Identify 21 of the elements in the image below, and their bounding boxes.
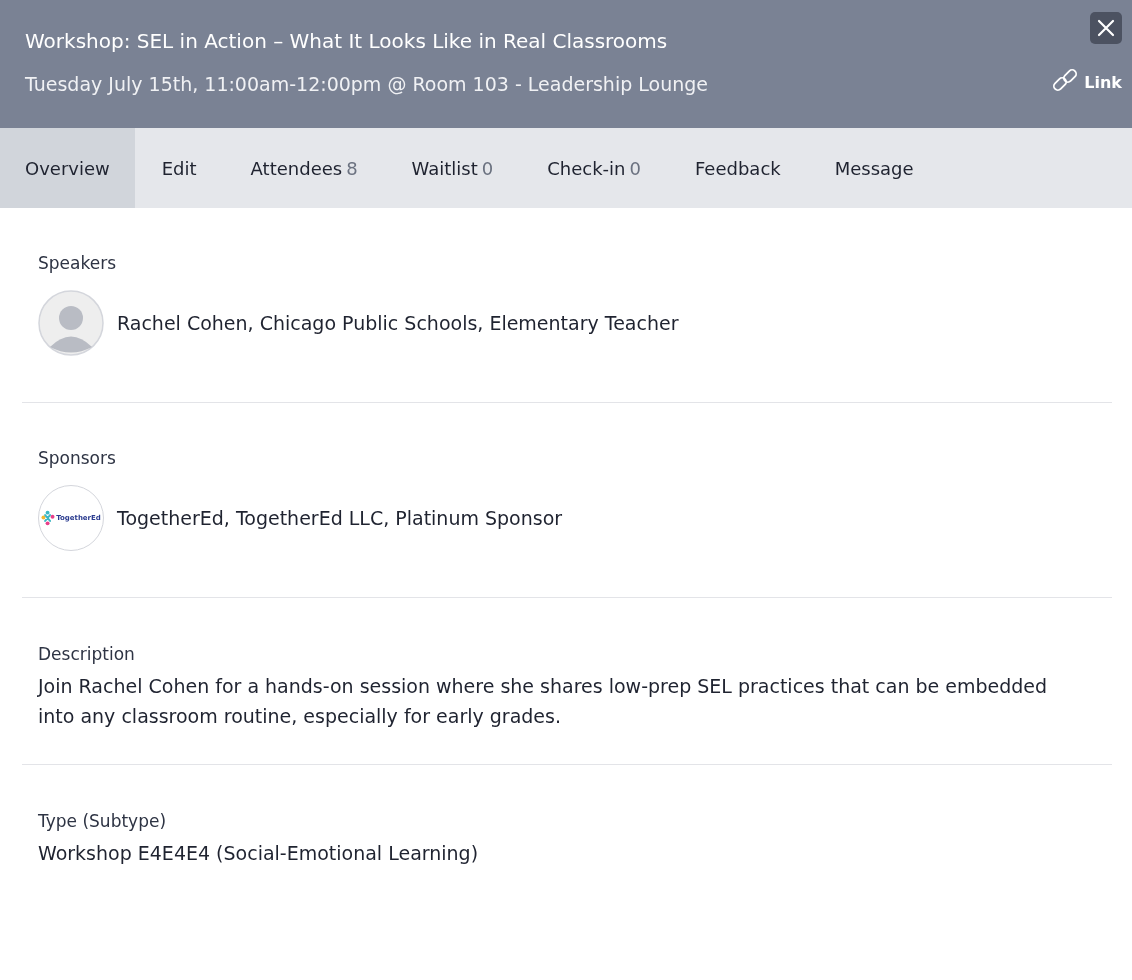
tab[interactable]: Check-in 0 — [520, 128, 668, 208]
section-text: Workshop E4E4E4 (Social-Emotional Learning) — [38, 841, 480, 866]
section-heading: Sponsors — [38, 448, 117, 468]
entry-text: TogetherEd, TogetherEd LLC, Platinum Sponsor — [117, 507, 563, 529]
tab[interactable]: Attendees 8 — [223, 128, 385, 208]
link-button[interactable]: Link — [1051, 68, 1122, 96]
tab[interactable]: Waitlist 0 — [384, 128, 521, 208]
section-text: Join Rachel Cohen for a hands-on session where she shares low-prep SEL practices that can be embedded into any classroom routine, especially for early grades. — [38, 674, 1049, 729]
tab[interactable]: Message — [807, 128, 941, 208]
section-heading: Type (Subtype) — [38, 811, 168, 831]
event-datetime: Tuesday July 15th, 11:00am-12:00pm @ Room 103 - Leadership Lounge — [25, 73, 708, 95]
avatar-silhouette — [38, 290, 104, 356]
event-title: Workshop: SEL in Action – What It Looks Like in Real Classrooms — [25, 29, 669, 53]
logo-mark-icon — [41, 510, 56, 526]
tab[interactable]: Edit — [134, 128, 224, 208]
section-heading: Speakers — [38, 253, 117, 273]
tab[interactable]: Overview — [0, 128, 135, 208]
section-heading: Description — [38, 644, 136, 664]
tab[interactable]: Feedback — [668, 128, 808, 208]
close-button[interactable] — [1090, 12, 1122, 44]
entry-text: Rachel Cohen, Chicago Public Schools, Elementary Teacher — [117, 312, 679, 334]
